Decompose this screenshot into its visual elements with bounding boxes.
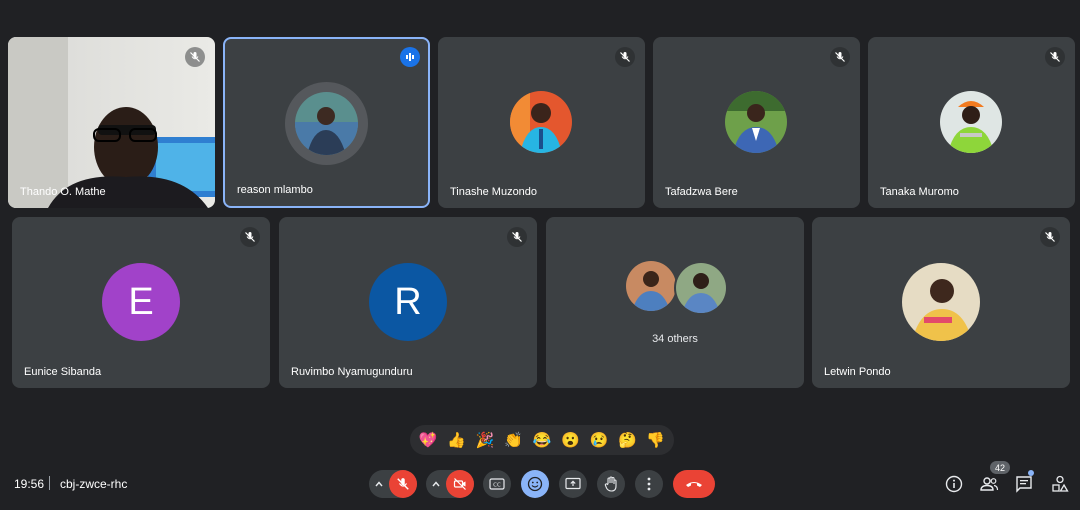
mic-off-icon <box>240 227 260 247</box>
participant-tile-ruvimbo[interactable]: R Ruvimbo Nyamugunduru <box>279 217 537 388</box>
participant-name: Thando O. Mathe <box>20 186 106 198</box>
participant-name: reason mlambo <box>237 184 313 196</box>
reaction-thinking[interactable]: 🤔 <box>618 433 637 448</box>
participant-name: Tanaka Muromo <box>880 186 959 198</box>
present-icon <box>565 477 581 490</box>
microphone-toggle-button[interactable] <box>389 470 417 498</box>
leave-call-button[interactable] <box>673 470 715 498</box>
avatar-letter: E <box>102 263 180 341</box>
chevron-up-icon[interactable] <box>373 478 385 490</box>
chat-icon <box>1016 476 1032 493</box>
people-button[interactable] <box>978 473 1000 495</box>
reaction-sparkling-heart[interactable]: 💖 <box>419 433 438 448</box>
reactions-bar: 💖 👍 🎉 👏 😂 😮 😢 🤔 👎 <box>410 425 674 455</box>
mic-off-icon <box>615 47 635 67</box>
avatar <box>674 261 728 315</box>
mic-off-icon <box>830 47 850 67</box>
more-vert-icon <box>647 477 651 491</box>
send-reaction-button[interactable] <box>521 470 549 498</box>
svg-text:CC: CC <box>493 483 501 489</box>
participant-tile-letwin[interactable]: Letwin Pondo <box>812 217 1070 388</box>
meeting-details-button[interactable] <box>943 473 965 495</box>
unread-indicator <box>1028 470 1034 476</box>
people-icon <box>980 477 999 491</box>
avatar <box>626 261 676 311</box>
video-feed <box>8 37 215 208</box>
divider <box>49 476 50 490</box>
raise-hand-button[interactable] <box>597 470 625 498</box>
mic-off-icon <box>1045 47 1065 67</box>
more-options-button[interactable] <box>635 470 663 498</box>
avatar <box>940 91 1002 153</box>
speaking-indicator-icon <box>400 47 420 67</box>
present-now-button[interactable] <box>559 470 587 498</box>
raise-hand-icon <box>604 476 617 492</box>
reaction-thumbs-up[interactable]: 👍 <box>447 433 466 448</box>
mic-off-icon <box>1040 227 1060 247</box>
reaction-party-popper[interactable]: 🎉 <box>476 433 495 448</box>
participant-name: Ruvimbo Nyamugunduru <box>291 366 413 378</box>
participant-name: Tinashe Muzondo <box>450 186 538 198</box>
activities-button[interactable] <box>1049 473 1071 495</box>
others-count-label: 34 others <box>652 333 698 345</box>
meeting-code: cbj-zwce-rhc <box>60 477 128 491</box>
end-call-icon <box>686 482 702 487</box>
camera-toggle-button[interactable] <box>446 470 474 498</box>
participant-tile-thando[interactable]: Thando O. Mathe <box>8 37 215 208</box>
participant-tile-eunice[interactable]: E Eunice Sibanda <box>12 217 270 388</box>
avatar-letter: R <box>369 263 447 341</box>
info-icon <box>945 475 963 493</box>
camera-off-icon <box>453 478 466 490</box>
reaction-clapping[interactable]: 👏 <box>504 433 523 448</box>
reaction-laughing[interactable]: 😂 <box>533 433 552 448</box>
reaction-surprised[interactable]: 😮 <box>561 433 580 448</box>
reaction-sad[interactable]: 😢 <box>590 433 609 448</box>
captions-button[interactable]: CC <box>483 470 511 498</box>
avatar <box>510 91 572 153</box>
captions-icon: CC <box>489 478 505 490</box>
participant-tile-reason[interactable]: reason mlambo <box>223 37 430 208</box>
emoji-icon <box>527 476 543 492</box>
mic-off-icon <box>397 478 409 490</box>
mic-off-icon <box>185 47 205 67</box>
others-tile[interactable]: 34 others <box>546 217 804 388</box>
participant-name: Letwin Pondo <box>824 366 891 378</box>
participant-tile-tafadzwa[interactable]: Tafadzwa Bere <box>653 37 860 208</box>
participant-tile-tanaka[interactable]: Tanaka Muromo <box>868 37 1075 208</box>
avatar <box>902 263 980 341</box>
activities-icon <box>1052 475 1069 492</box>
participant-name: Tafadzwa Bere <box>665 186 738 198</box>
participant-name: Eunice Sibanda <box>24 366 102 378</box>
participant-tile-tinashe[interactable]: Tinashe Muzondo <box>438 37 645 208</box>
avatar <box>725 91 787 153</box>
avatar <box>295 92 358 155</box>
meeting-time: 19:56 <box>14 477 45 491</box>
mic-off-icon <box>507 227 527 247</box>
chevron-up-icon[interactable] <box>430 478 442 490</box>
reaction-thumbs-down[interactable]: 👎 <box>646 433 665 448</box>
chat-button[interactable] <box>1013 473 1035 495</box>
